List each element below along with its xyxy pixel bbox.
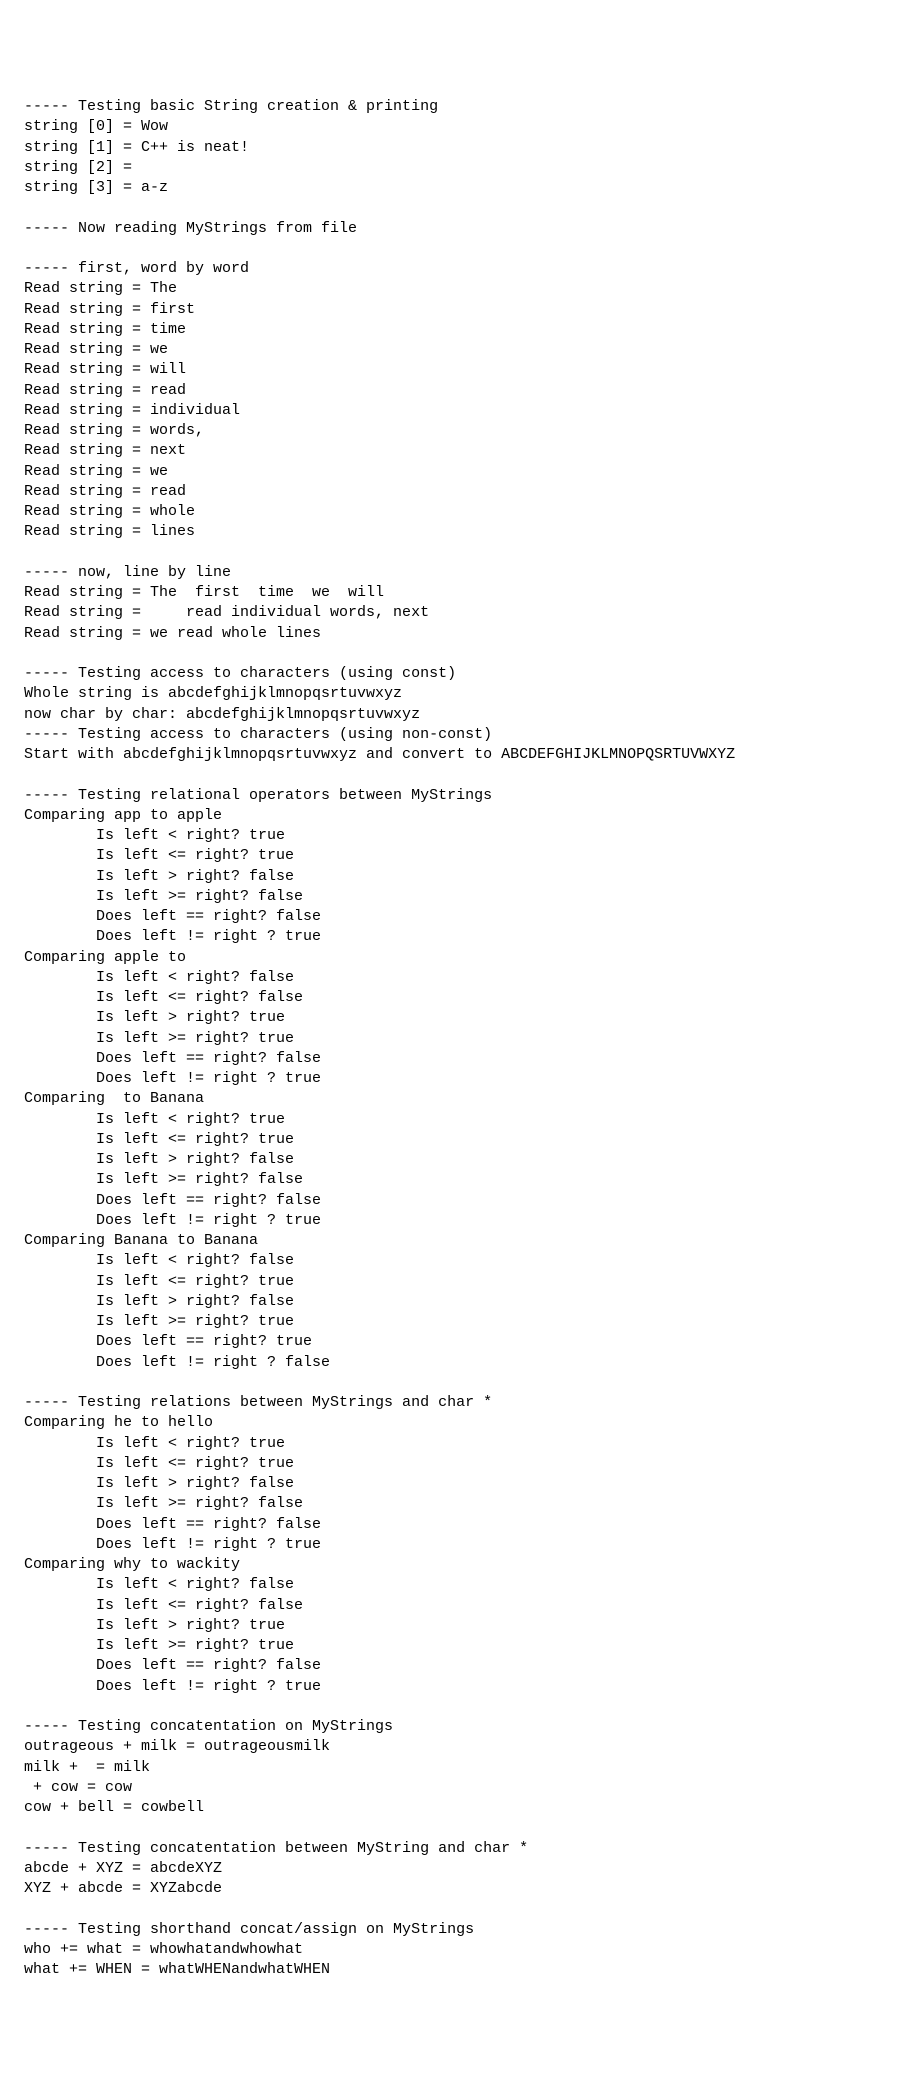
- output-line: Is left >= right? false: [24, 1170, 885, 1190]
- output-line: Is left <= right? true: [24, 1130, 885, 1150]
- output-line: [24, 1373, 885, 1393]
- output-line: string [2] =: [24, 158, 885, 178]
- output-line: ----- Testing access to characters (usin…: [24, 725, 885, 745]
- output-line: + cow = cow: [24, 1778, 885, 1798]
- output-line: Read string = we: [24, 340, 885, 360]
- output-line: abcde + XYZ = abcdeXYZ: [24, 1859, 885, 1879]
- output-line: Read string = we read whole lines: [24, 624, 885, 644]
- output-line: [24, 543, 885, 563]
- output-text-block: ----- Testing basic String creation & pr…: [24, 97, 885, 1980]
- output-line: Is left <= right? true: [24, 1272, 885, 1292]
- output-line: [24, 198, 885, 218]
- output-line: Read string = first: [24, 300, 885, 320]
- output-line: Comparing he to hello: [24, 1413, 885, 1433]
- output-line: Does left != right ? true: [24, 1211, 885, 1231]
- output-line: ----- Testing concatentation on MyString…: [24, 1717, 885, 1737]
- output-line: ----- first, word by word: [24, 259, 885, 279]
- output-line: ----- Testing access to characters (usin…: [24, 664, 885, 684]
- output-line: Read string = will: [24, 360, 885, 380]
- output-line: Is left < right? true: [24, 1434, 885, 1454]
- output-line: string [3] = a-z: [24, 178, 885, 198]
- output-line: outrageous + milk = outrageousmilk: [24, 1737, 885, 1757]
- output-line: Read string = words,: [24, 421, 885, 441]
- output-line: ----- Now reading MyStrings from file: [24, 219, 885, 239]
- output-line: [24, 1697, 885, 1717]
- output-line: Does left == right? false: [24, 907, 885, 927]
- output-line: ----- now, line by line: [24, 563, 885, 583]
- output-line: XYZ + abcde = XYZabcde: [24, 1879, 885, 1899]
- output-line: Is left >= right? false: [24, 1494, 885, 1514]
- output-line: Does left == right? false: [24, 1191, 885, 1211]
- output-line: [24, 1899, 885, 1919]
- output-line: Is left <= right? false: [24, 1596, 885, 1616]
- output-line: Is left < right? false: [24, 968, 885, 988]
- output-line: Is left < right? false: [24, 1575, 885, 1595]
- output-line: Is left > right? true: [24, 1616, 885, 1636]
- output-line: Is left <= right? true: [24, 846, 885, 866]
- output-line: Does left != right ? true: [24, 1535, 885, 1555]
- output-line: string [0] = Wow: [24, 117, 885, 137]
- output-line: ----- Testing basic String creation & pr…: [24, 97, 885, 117]
- output-line: [24, 239, 885, 259]
- output-line: milk + = milk: [24, 1758, 885, 1778]
- output-line: Read string = we: [24, 462, 885, 482]
- output-line: cow + bell = cowbell: [24, 1798, 885, 1818]
- output-line: Is left < right? true: [24, 826, 885, 846]
- output-line: Is left >= right? true: [24, 1029, 885, 1049]
- output-line: Is left >= right? false: [24, 887, 885, 907]
- output-line: Comparing Banana to Banana: [24, 1231, 885, 1251]
- output-line: Read string = read individual words, nex…: [24, 603, 885, 623]
- output-line: Is left > right? false: [24, 1474, 885, 1494]
- output-line: Read string = The first time we will: [24, 583, 885, 603]
- output-line: Read string = whole: [24, 502, 885, 522]
- output-line: Read string = lines: [24, 522, 885, 542]
- output-line: Is left > right? false: [24, 1292, 885, 1312]
- output-line: Read string = next: [24, 441, 885, 461]
- output-line: Is left < right? false: [24, 1251, 885, 1271]
- output-line: who += what = whowhatandwhowhat: [24, 1940, 885, 1960]
- output-line: Is left > right? false: [24, 867, 885, 887]
- output-line: Comparing app to apple: [24, 806, 885, 826]
- output-line: Does left == right? true: [24, 1332, 885, 1352]
- output-line: Is left >= right? true: [24, 1312, 885, 1332]
- output-line: Does left == right? false: [24, 1049, 885, 1069]
- output-line: [24, 644, 885, 664]
- output-line: now char by char: abcdefghijklmnopqsrtuv…: [24, 705, 885, 725]
- output-line: Start with abcdefghijklmnopqsrtuvwxyz an…: [24, 745, 885, 765]
- output-line: [24, 765, 885, 785]
- output-line: Does left != right ? true: [24, 1677, 885, 1697]
- output-line: Is left >= right? true: [24, 1636, 885, 1656]
- output-line: Comparing why to wackity: [24, 1555, 885, 1575]
- output-line: ----- Testing relational operators betwe…: [24, 786, 885, 806]
- output-line: Does left != right ? false: [24, 1353, 885, 1373]
- output-line: Is left < right? true: [24, 1110, 885, 1130]
- output-line: Read string = read: [24, 381, 885, 401]
- output-line: Does left == right? false: [24, 1656, 885, 1676]
- output-line: Comparing apple to: [24, 948, 885, 968]
- output-line: Does left != right ? true: [24, 1069, 885, 1089]
- output-line: Read string = read: [24, 482, 885, 502]
- output-line: Is left > right? true: [24, 1008, 885, 1028]
- output-line: Comparing to Banana: [24, 1089, 885, 1109]
- output-line: Read string = time: [24, 320, 885, 340]
- output-line: ----- Testing relations between MyString…: [24, 1393, 885, 1413]
- output-line: Is left <= right? false: [24, 988, 885, 1008]
- output-line: string [1] = C++ is neat!: [24, 138, 885, 158]
- output-line: Is left <= right? true: [24, 1454, 885, 1474]
- output-line: Read string = individual: [24, 401, 885, 421]
- output-line: what += WHEN = whatWHENandwhatWHEN: [24, 1960, 885, 1980]
- output-line: Read string = The: [24, 279, 885, 299]
- output-line: ----- Testing concatentation between MyS…: [24, 1839, 885, 1859]
- output-line: Does left == right? false: [24, 1515, 885, 1535]
- output-line: Does left != right ? true: [24, 927, 885, 947]
- output-line: Whole string is abcdefghijklmnopqsrtuvwx…: [24, 684, 885, 704]
- output-line: Is left > right? false: [24, 1150, 885, 1170]
- output-line: [24, 1818, 885, 1838]
- output-line: ----- Testing shorthand concat/assign on…: [24, 1920, 885, 1940]
